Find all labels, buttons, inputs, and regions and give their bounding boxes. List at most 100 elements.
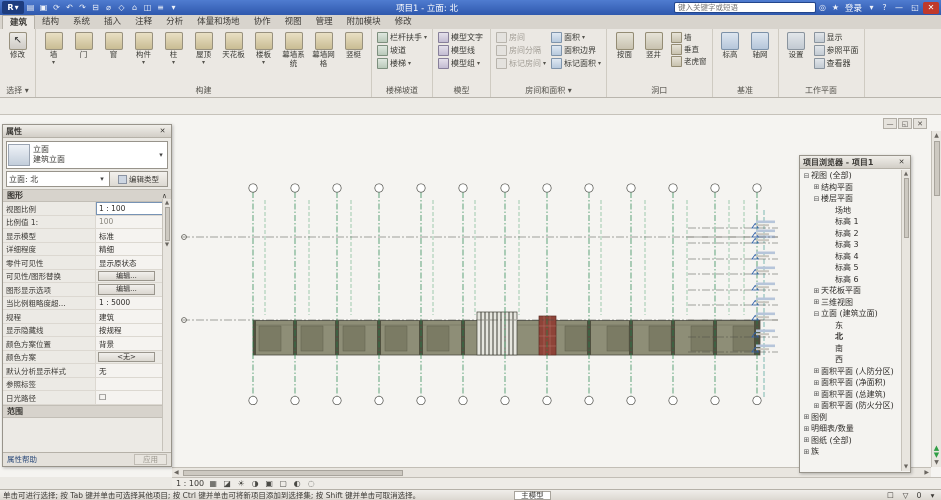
item-level-2[interactable]: 标高 2 (800, 228, 910, 240)
panel-label-select[interactable]: 选择 ▾ (0, 85, 35, 97)
sun-path-icon[interactable]: ☀ (235, 479, 247, 488)
item-level-5[interactable]: 标高 5 (800, 262, 910, 274)
property-value[interactable]: 背景 (96, 337, 171, 350)
sync-icon[interactable]: ⟳ (50, 3, 63, 12)
property-value[interactable]: 无 (96, 364, 171, 377)
tree-expand-icon[interactable]: ⊞ (812, 298, 821, 306)
item-families[interactable]: ⊞ 族 (800, 446, 910, 458)
room-separator-button[interactable]: 房间分隔 (494, 44, 548, 57)
view-close-button[interactable]: ✕ (913, 118, 927, 129)
item-area-plan-renfang[interactable]: ⊞ 面积平面 (人防分区) (800, 366, 910, 378)
help-icon[interactable]: ? (878, 3, 891, 12)
temporary-hide-icon[interactable]: ◐ (291, 479, 303, 488)
item-west[interactable]: 西 (800, 354, 910, 366)
panel-label-room-area[interactable]: 房间和面积 ▾ (491, 85, 606, 97)
close-button[interactable]: ✕ (923, 2, 939, 14)
scroll-up-icon[interactable]: ▲ (904, 171, 908, 177)
model-text-button[interactable]: 模型文字 (436, 31, 487, 44)
item-level-3[interactable]: 标高 3 (800, 239, 910, 251)
property-value[interactable]: 精细 (96, 243, 171, 256)
app-menu-button[interactable]: R▾ (2, 1, 24, 14)
close-icon[interactable]: ✕ (896, 158, 907, 166)
minimize-button[interactable]: — (891, 2, 907, 14)
item-schedules[interactable]: ⊞ 明细表/数量 (800, 423, 910, 435)
tree-expand-icon[interactable]: ⊞ (812, 379, 821, 387)
crop-view-icon[interactable]: ▣ (263, 479, 275, 488)
item-level-6[interactable]: 标高 6 (800, 274, 910, 286)
tree-expand-icon[interactable]: ⊟ (812, 195, 821, 203)
maximize-button[interactable]: ◱ (907, 2, 923, 14)
mullion-button[interactable]: 竖梃 (339, 31, 368, 66)
show-work-plane-button[interactable]: 显示 (812, 31, 861, 44)
wall-button[interactable]: 墙 ▾ (39, 31, 68, 66)
properties-help-link[interactable]: 属性帮助 (7, 454, 37, 465)
edit-type-button[interactable]: 编辑类型 (110, 171, 168, 187)
tab-annotate[interactable]: 注释 (128, 15, 159, 29)
tree-expand-icon[interactable]: ⊞ (812, 402, 821, 410)
type-selector[interactable]: 立面 建筑立面 ▾ (6, 141, 168, 169)
item-area-plan-zong[interactable]: ⊞ 面积平面 (总建筑) (800, 389, 910, 401)
item-north[interactable]: 北 (800, 331, 910, 343)
scroll-left-icon[interactable]: ◀ (174, 469, 179, 476)
dormer-button[interactable]: 老虎窗 (669, 55, 709, 67)
property-value[interactable]: 编辑... (98, 284, 155, 295)
open-icon[interactable]: ▤ (24, 3, 37, 12)
item-elevations[interactable]: ⊟ 立面 (建筑立面) (800, 308, 910, 320)
component-button[interactable]: 构件 ▾ (129, 31, 158, 66)
ramp-button[interactable]: 坡道 (375, 44, 410, 57)
item-floor-plans[interactable]: ⊟ 楼层平面 (800, 193, 910, 205)
scroll-down-icon[interactable]: ▼ (904, 464, 908, 470)
section-icon[interactable]: ◫ (141, 3, 154, 12)
grid-button[interactable]: 轴网 (746, 31, 775, 61)
tree-expand-icon[interactable]: ⊞ (802, 425, 811, 433)
scrollbar-thumb[interactable] (183, 470, 403, 476)
item-site[interactable]: 场地 (800, 205, 910, 217)
exchange-apps-icon[interactable]: ★ (829, 3, 842, 12)
login-chevron-icon[interactable]: ▾ (865, 3, 878, 12)
canvas-vertical-scrollbar[interactable]: ▲ ▲ ▼ ▼ (931, 131, 941, 467)
property-value[interactable]: 按规程 (96, 324, 171, 337)
floor-button[interactable]: 楼板 ▾ (249, 31, 278, 66)
property-value[interactable] (96, 391, 171, 404)
detail-level-icon[interactable]: ▦ (207, 479, 219, 488)
item-legends[interactable]: ⊞ 图例 (800, 412, 910, 424)
tree-expand-icon[interactable]: ⊟ (802, 172, 811, 180)
tab-systems[interactable]: 系统 (66, 15, 97, 29)
door-button[interactable]: 门 (69, 31, 98, 66)
search-input[interactable] (674, 2, 816, 13)
item-3d-views[interactable]: ⊞ 三维视图 (800, 297, 910, 309)
section-graphics[interactable]: 图形 ∧ (3, 189, 171, 202)
set-work-plane-button[interactable]: 设置 (782, 31, 811, 61)
model-line-button[interactable]: 模型线 (436, 44, 479, 57)
curtain-grid-button[interactable]: 幕墙网格 (309, 31, 338, 74)
roof-button[interactable]: 屋顶 ▾ (189, 31, 218, 66)
tab-view[interactable]: 视图 (278, 15, 309, 29)
area-button[interactable]: 面积▾ (549, 31, 603, 44)
scrollbar-thumb[interactable] (165, 207, 170, 241)
tree-expand-icon[interactable]: ⊞ (812, 367, 821, 375)
vertical-opening-button[interactable]: 垂直 (669, 43, 709, 55)
browser-scrollbar[interactable]: ▲ ▼ (901, 170, 910, 471)
properties-scrollbar[interactable]: ▲ ▼ (162, 199, 171, 451)
item-area-plan-fanghuo[interactable]: ⊞ 面积平面 (防火分区) (800, 400, 910, 412)
scroll-up-icon[interactable]: ▲ (165, 200, 169, 206)
view-minimize-button[interactable]: — (883, 118, 897, 129)
stair-button[interactable]: 楼梯▾ (375, 57, 413, 70)
item-sheets[interactable]: ⊞ 图纸 (全部) (800, 435, 910, 447)
property-value[interactable]: 1 : 100 (96, 202, 171, 215)
editable-only-icon[interactable]: ☐ (885, 491, 896, 500)
tab-structure[interactable]: 结构 (35, 15, 66, 29)
tab-collaborate[interactable]: 协作 (247, 15, 278, 29)
grid-lines[interactable] (249, 184, 764, 405)
modify-button[interactable]: 修改 (3, 31, 32, 61)
save-icon[interactable]: ▣ (37, 3, 50, 12)
tree-expand-icon[interactable]: ⊞ (802, 413, 811, 421)
tag-area-button[interactable]: 标记面积▾ (549, 57, 603, 70)
scroll-down-icon[interactable]: ▼ (934, 459, 939, 466)
scrollbar-thumb[interactable] (934, 141, 940, 196)
level-button[interactable]: 标高 (716, 31, 745, 61)
view-scale-button[interactable]: 1 : 100 (176, 479, 204, 488)
viewer-button[interactable]: 查看器 (812, 57, 861, 70)
item-south[interactable]: 南 (800, 343, 910, 355)
wall-opening-button[interactable]: 墙 (669, 31, 709, 43)
